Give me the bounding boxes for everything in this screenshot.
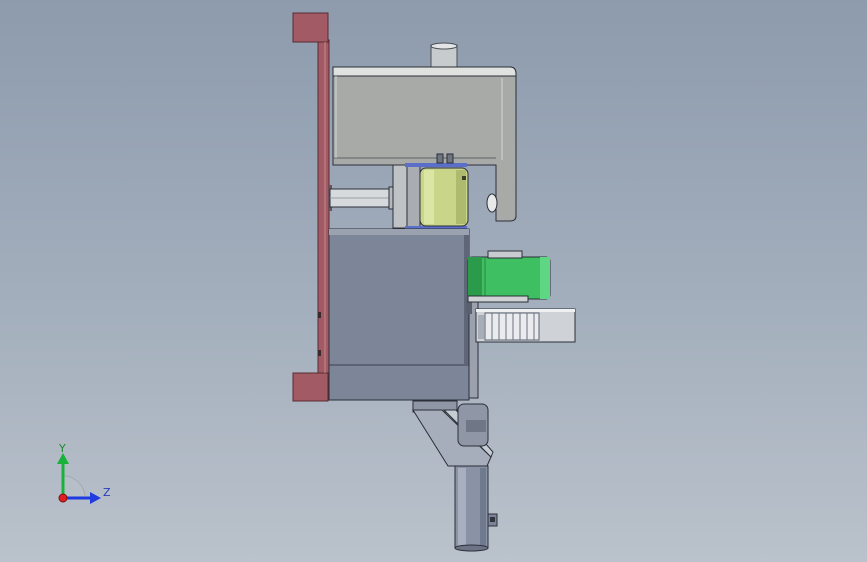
y-axis-label: Y bbox=[59, 442, 66, 455]
housing-bolt-hole bbox=[486, 193, 498, 213]
x-axis-point bbox=[58, 493, 68, 503]
mounting-plate[interactable] bbox=[317, 39, 330, 401]
main-block[interactable] bbox=[328, 228, 470, 401]
z-axis-arrow bbox=[90, 492, 101, 504]
plate-top-block[interactable] bbox=[292, 12, 329, 43]
triad-fill bbox=[63, 476, 85, 498]
z-axis-label: Z bbox=[103, 486, 111, 499]
plate-bottom-block[interactable] bbox=[292, 372, 329, 402]
cad-viewport[interactable]: Y Z bbox=[0, 0, 867, 562]
assembly-side-view[interactable] bbox=[0, 0, 867, 562]
cylinder-frame[interactable] bbox=[392, 164, 408, 229]
coordinate-triad: Y Z bbox=[40, 438, 130, 518]
